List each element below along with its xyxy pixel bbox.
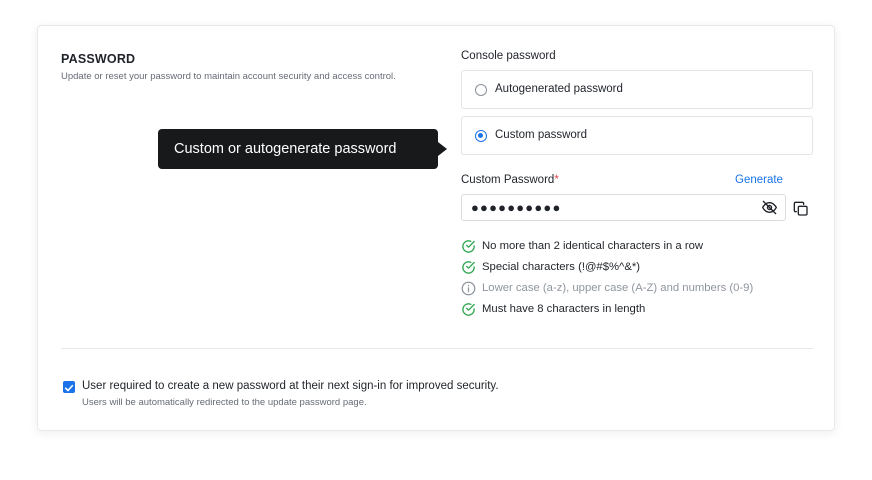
radio-option-autogenerated[interactable]: Autogenerated password bbox=[461, 70, 813, 109]
radio-label-autogenerated: Autogenerated password bbox=[495, 83, 623, 95]
section-title: PASSWORD bbox=[61, 52, 136, 66]
required-mark: * bbox=[554, 174, 559, 186]
rule-text: Lower case (a-z), upper case (A-Z) and n… bbox=[482, 282, 754, 294]
rule-text: Special characters (!@#$%^&*) bbox=[482, 261, 641, 273]
custom-password-label-text: Custom Password bbox=[461, 174, 555, 186]
console-password-label: Console password bbox=[461, 50, 556, 62]
custom-password-input[interactable]: ●●●●●●●●●● bbox=[461, 194, 786, 221]
radio-option-custom[interactable]: Custom password bbox=[461, 116, 813, 155]
tooltip-text: Custom or autogenerate password bbox=[174, 141, 397, 157]
password-settings-card: PASSWORD Update or reset your password t… bbox=[37, 25, 835, 431]
rule-text: Must have 8 characters in length bbox=[482, 303, 646, 315]
tooltip-arrow bbox=[438, 142, 447, 156]
check-circle-icon bbox=[462, 261, 475, 274]
tooltip: Custom or autogenerate password bbox=[158, 129, 438, 169]
check-circle-icon bbox=[462, 240, 475, 253]
checkmark-icon bbox=[64, 384, 74, 392]
reset-required-label: User required to create a new password a… bbox=[82, 380, 499, 392]
password-value: ●●●●●●●●●● bbox=[471, 200, 562, 215]
eye-off-icon[interactable] bbox=[761, 200, 778, 215]
radio-button-autogenerated[interactable] bbox=[475, 84, 487, 96]
custom-password-label: Custom Password* bbox=[461, 174, 559, 186]
reset-required-sublabel: Users will be automatically redirected t… bbox=[82, 397, 367, 408]
copy-icon[interactable] bbox=[793, 201, 809, 217]
info-circle-icon bbox=[461, 281, 476, 296]
rule-text: No more than 2 identical characters in a… bbox=[482, 240, 704, 252]
check-circle-icon bbox=[462, 303, 475, 316]
radio-label-custom: Custom password bbox=[495, 129, 588, 141]
radio-button-custom[interactable] bbox=[475, 130, 487, 142]
generate-button[interactable]: Generate bbox=[735, 174, 783, 186]
reset-required-checkbox[interactable] bbox=[63, 381, 75, 393]
section-description: Update or reset your password to maintai… bbox=[61, 71, 396, 82]
divider bbox=[61, 348, 813, 349]
